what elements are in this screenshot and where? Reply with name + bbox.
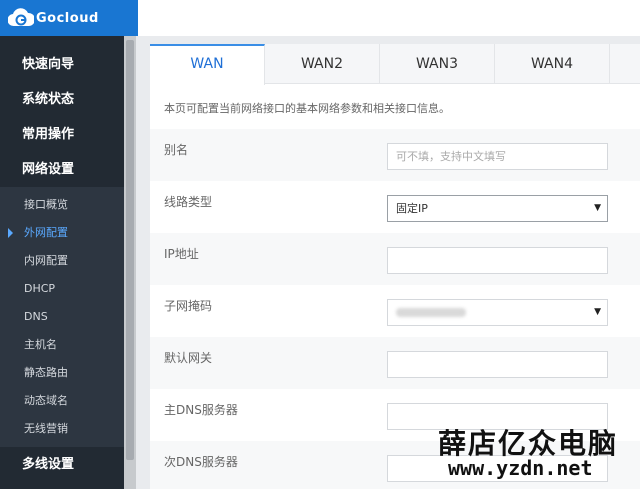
cloud-logo-icon (7, 8, 36, 28)
sidebar-item-network-settings[interactable]: 网络设置 (0, 152, 124, 187)
sidebar-item-common-ops[interactable]: 常用操作 (0, 117, 124, 152)
form-row-gateway: 默认网关 (150, 337, 640, 389)
line-type-label: 线路类型 (164, 195, 213, 209)
tab-wan4[interactable]: WAN4 (495, 44, 610, 84)
ip-address-input[interactable] (387, 247, 608, 274)
line-type-select[interactable]: 固定IP ▼ (387, 195, 608, 222)
sidebar-item-system-status[interactable]: 系统状态 (0, 82, 124, 117)
network-submenu: 接口概览 外网配置 内网配置 DHCP DNS 主机名 静态路由 动态域名 无线… (0, 187, 124, 447)
form-row-line-type: 线路类型 固定IP ▼ (150, 181, 640, 233)
submenu-item-lan-config[interactable]: 内网配置 (0, 247, 124, 275)
wan-tabs: WAN WAN2 WAN3 WAN4 (150, 44, 640, 85)
gateway-label: 默认网关 (164, 351, 213, 365)
gateway-input[interactable] (387, 351, 608, 378)
brand-name: Gocloud (36, 10, 99, 26)
sidebar-scrollbar[interactable] (124, 36, 136, 489)
chevron-down-icon: ▼ (594, 203, 601, 213)
alias-label: 别名 (164, 143, 189, 157)
page-description: 本页可配置当前网络接口的基本网络参数和相关接口信息。 (164, 102, 450, 115)
submenu-item-dns[interactable]: DNS (0, 303, 124, 331)
form-row-alias: 别名 可不填，支持中文填写 (150, 129, 640, 181)
watermark-url: www.yzdn.net (448, 456, 593, 480)
tab-wan2[interactable]: WAN2 (265, 44, 380, 84)
form-row-subnet: 子网掩码 ▼ (150, 285, 640, 337)
chevron-down-icon: ▼ (594, 307, 601, 317)
submenu-item-dhcp[interactable]: DHCP (0, 275, 124, 303)
tab-wan3[interactable]: WAN3 (380, 44, 495, 84)
sidebar-item-quick-wizard[interactable]: 快速向导 (0, 47, 124, 82)
alias-input[interactable]: 可不填，支持中文填写 (387, 143, 608, 170)
submenu-item-interface-overview[interactable]: 接口概览 (0, 191, 124, 219)
brand-logo[interactable]: Gocloud (0, 0, 138, 36)
ip-address-label: IP地址 (164, 247, 199, 261)
submenu-item-wireless-marketing[interactable]: 无线营销 (0, 415, 124, 443)
subnet-mask-value-blurred (396, 308, 466, 317)
dns-secondary-label: 次DNS服务器 (164, 455, 238, 469)
sidebar-item-multi-line[interactable]: 多线设置 (0, 447, 124, 482)
tab-wan[interactable]: WAN (150, 44, 265, 85)
top-bar: Gocloud (0, 0, 640, 36)
scrollbar-thumb[interactable] (126, 40, 134, 460)
subnet-mask-select[interactable]: ▼ (387, 299, 608, 326)
sidebar: 快速向导 系统状态 常用操作 网络设置 接口概览 外网配置 内网配置 DHCP … (0, 36, 124, 489)
submenu-item-ddns[interactable]: 动态域名 (0, 387, 124, 415)
submenu-item-static-route[interactable]: 静态路由 (0, 359, 124, 387)
form-row-ip: IP地址 (150, 233, 640, 285)
subnet-mask-label: 子网掩码 (164, 299, 213, 313)
dns-primary-label: 主DNS服务器 (164, 403, 238, 417)
line-type-value: 固定IP (396, 202, 428, 215)
submenu-item-wan-config[interactable]: 外网配置 (0, 219, 124, 247)
submenu-item-hostname[interactable]: 主机名 (0, 331, 124, 359)
